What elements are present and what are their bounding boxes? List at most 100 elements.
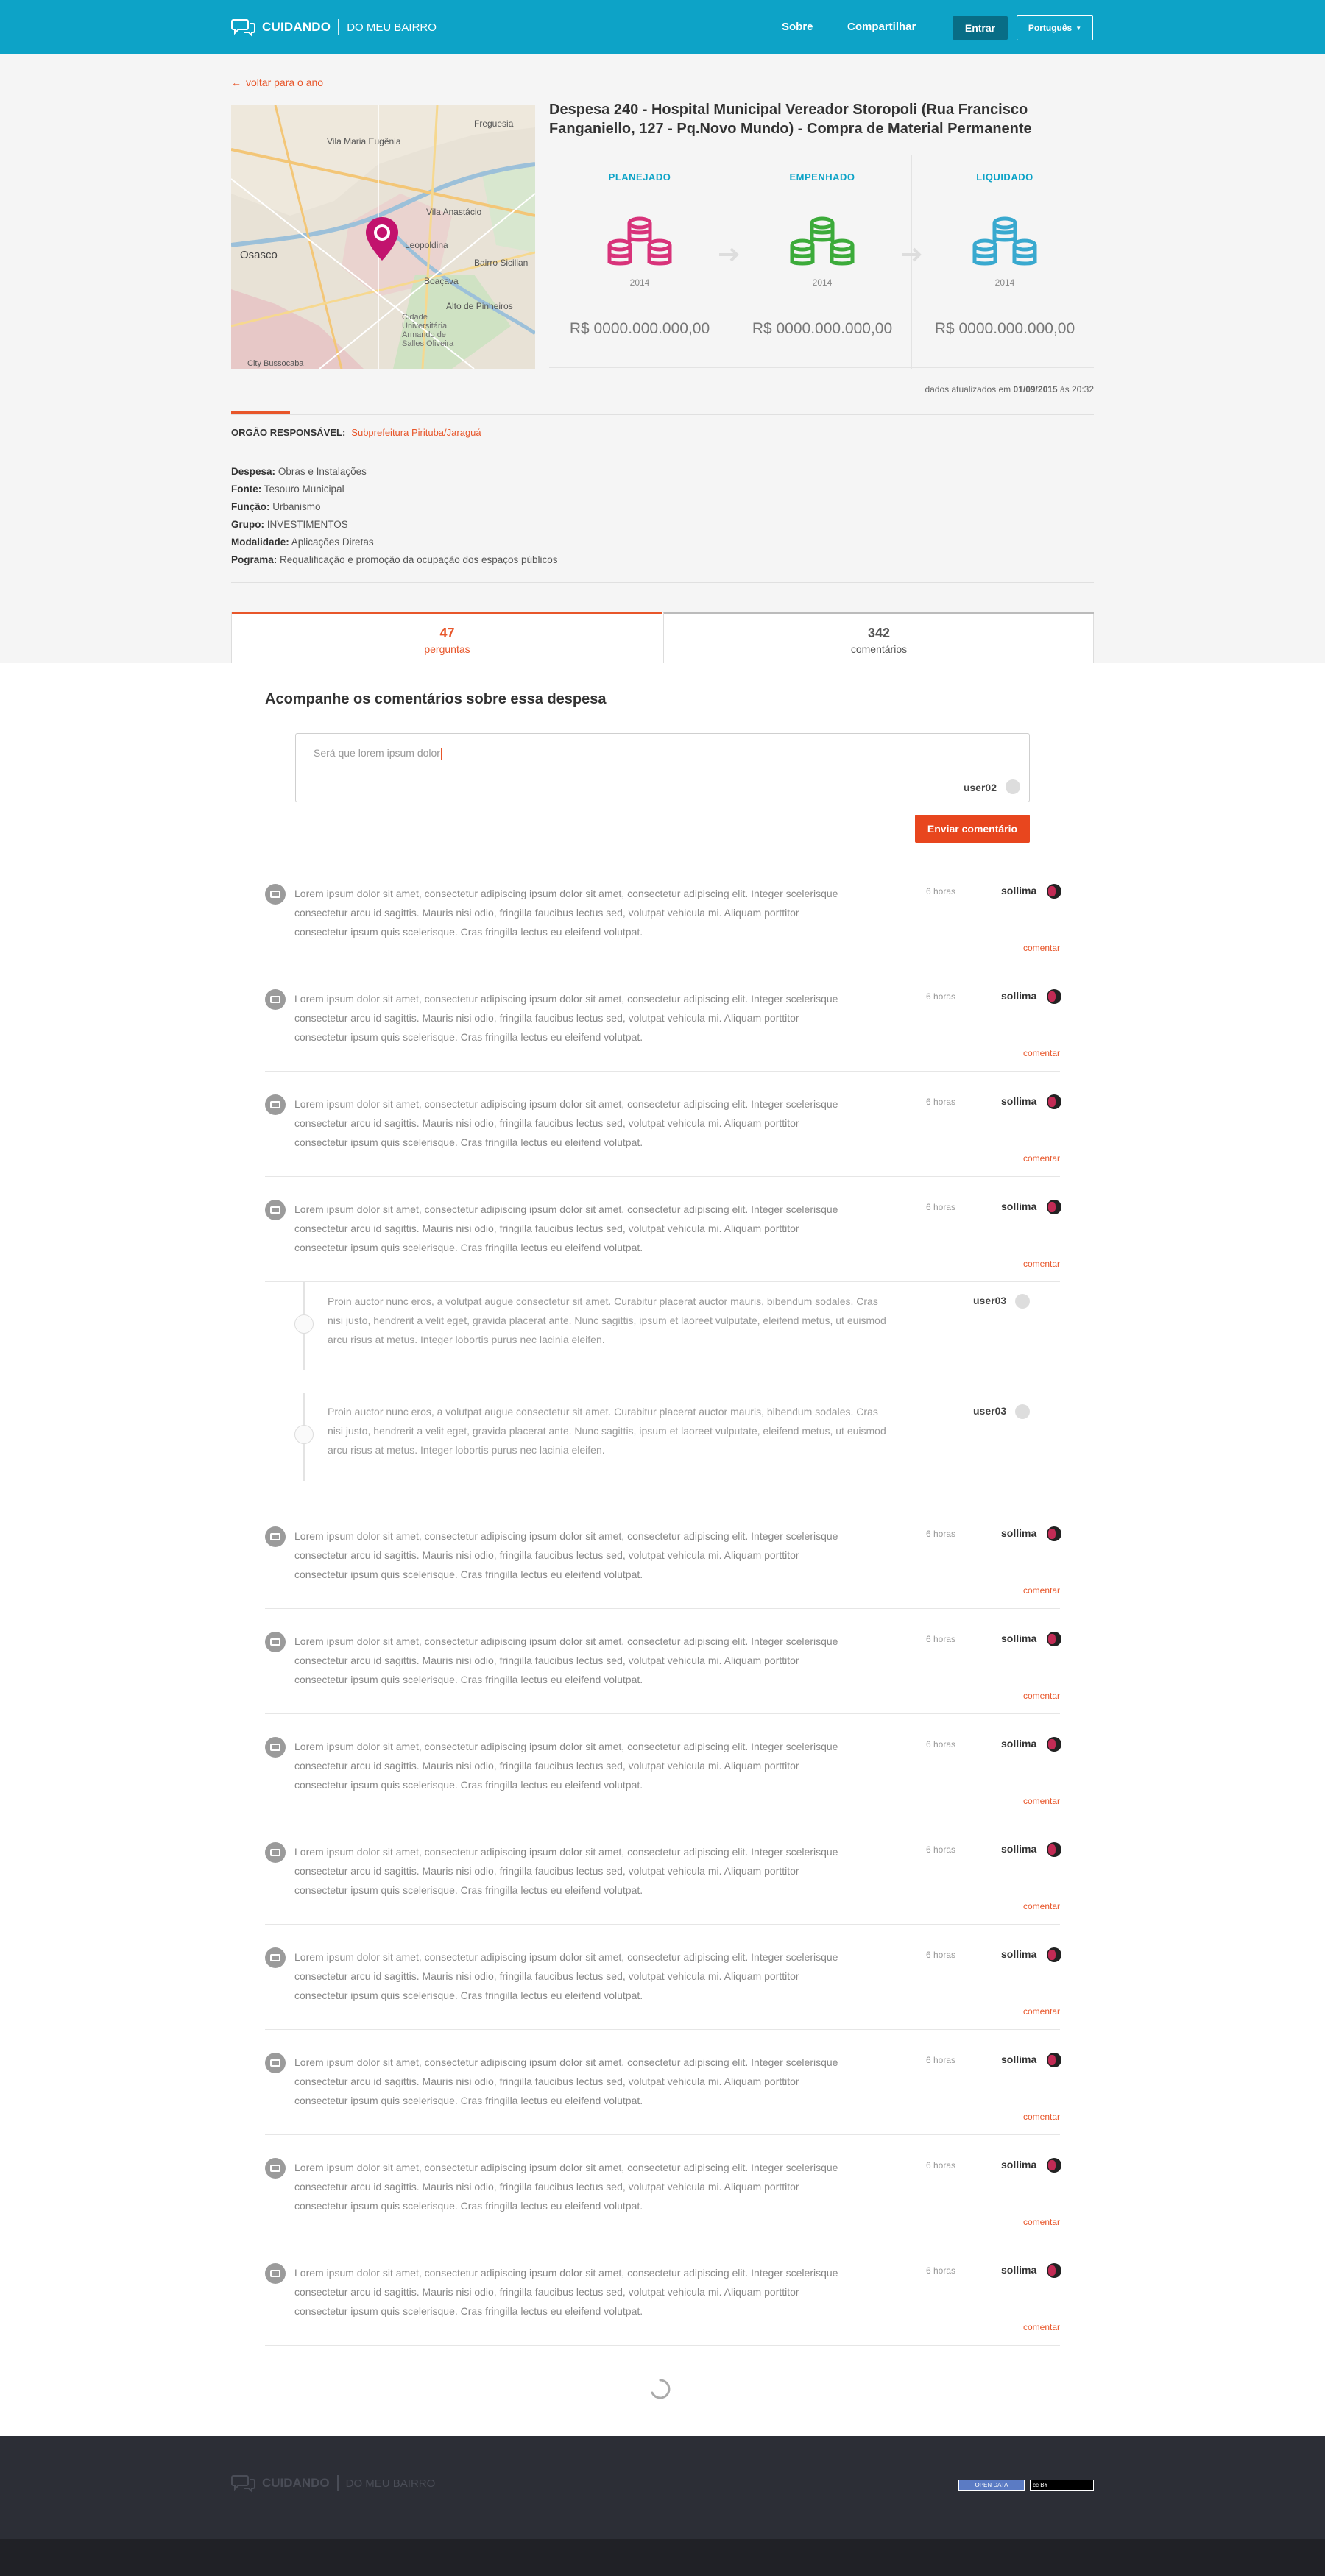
divider: [231, 414, 1094, 415]
detail-row: Grupo: INVESTIMENTOS: [231, 519, 348, 530]
comment-input[interactable]: Será que lorem ipsum dolor user02: [295, 733, 1030, 802]
comment-text: Lorem ipsum dolor sit amet, consectetur …: [294, 888, 838, 938]
current-user: user02: [963, 782, 997, 793]
reply-link[interactable]: comentar: [1023, 2006, 1060, 2017]
user-avatar[interactable]: [1047, 1737, 1061, 1752]
comment-text: Lorem ipsum dolor sit amet, consectetur …: [294, 993, 838, 1043]
tab-perguntas[interactable]: 47 perguntas: [232, 612, 662, 663]
reply-link[interactable]: comentar: [1023, 2217, 1060, 2227]
map-label: Bairro Sicilian: [474, 258, 529, 268]
back-link[interactable]: ← voltar para o ano: [231, 77, 323, 88]
map-label: Leopoldina: [405, 240, 448, 250]
logo-sub-text: DO MEU BAIRRO: [347, 21, 437, 34]
comment-time: 6 horas: [926, 2265, 956, 2276]
user-avatar[interactable]: [1047, 2158, 1061, 2173]
comment-icon: [265, 1737, 286, 1758]
comment-item: Lorem ipsum dolor sit amet, consectetur …: [265, 966, 1061, 1072]
reply-text: Proin auctor nunc eros, a volutpat augue…: [328, 1406, 886, 1456]
comment-user[interactable]: sollima: [1001, 885, 1036, 896]
send-comment-button[interactable]: Enviar comentário: [915, 815, 1030, 843]
reply-link[interactable]: comentar: [1023, 1048, 1060, 1058]
stage-value: R$ 0000.000.000,00: [934, 320, 1075, 337]
detail-key: Pograma:: [231, 554, 278, 565]
comment-user[interactable]: sollima: [1001, 1843, 1036, 1855]
detail-row: Modalidade: Aplicações Diretas: [231, 537, 374, 548]
site-logo[interactable]: CUIDANDO DO MEU BAIRRO: [231, 13, 437, 41]
organ-link[interactable]: Subprefeitura Pirituba/Jaraguá: [351, 427, 481, 438]
footer-logo[interactable]: CUIDANDO DO MEU BAIRRO: [231, 2474, 435, 2493]
language-dropdown[interactable]: Português ▼: [1017, 15, 1093, 40]
creative-commons-badge[interactable]: cc BY: [1030, 2480, 1094, 2491]
comment-user[interactable]: sollima: [1001, 1632, 1036, 1644]
reply-link[interactable]: comentar: [1023, 2112, 1060, 2122]
comment-time: 6 horas: [926, 1634, 956, 1644]
user-avatar[interactable]: [1047, 1200, 1061, 1214]
user-avatar[interactable]: [1047, 989, 1061, 1004]
comment-item: Lorem ipsum dolor sit amet, consectetur …: [265, 1925, 1061, 2030]
open-data-badge[interactable]: OPEN DATA: [958, 2480, 1025, 2491]
reply-link[interactable]: comentar: [1023, 1585, 1060, 1596]
detail-row: Fonte: Tesouro Municipal: [231, 484, 344, 495]
coins-icon: [790, 216, 855, 266]
comment-user[interactable]: sollima: [1001, 1527, 1036, 1539]
user-avatar[interactable]: [1047, 1842, 1061, 1857]
tab-bar: 47 perguntas 342 comentários: [231, 612, 1094, 663]
reply-link[interactable]: comentar: [1023, 1796, 1060, 1806]
location-map[interactable]: Freguesia Vila Maria Eugênia Vila Anastá…: [231, 105, 535, 369]
user-avatar[interactable]: [1047, 2053, 1061, 2067]
map-label: Vila Anastácio: [426, 207, 482, 217]
comment-user[interactable]: sollima: [1001, 1200, 1036, 1212]
login-button[interactable]: Entrar: [953, 16, 1008, 40]
reply-link[interactable]: comentar: [1023, 1691, 1060, 1701]
logo-separator: [336, 2475, 339, 2491]
user-avatar[interactable]: [1015, 1294, 1030, 1309]
user-avatar[interactable]: [1047, 1526, 1061, 1541]
reply-link[interactable]: comentar: [1023, 943, 1060, 953]
reply-link[interactable]: comentar: [1023, 1153, 1060, 1164]
comment-icon: [265, 884, 286, 905]
comment-user[interactable]: sollima: [1001, 2159, 1036, 2170]
detail-value: Requalificação e promoção da ocupação do…: [280, 554, 558, 565]
user-avatar[interactable]: [1047, 1094, 1061, 1109]
stage-label: LIQUIDADO: [976, 171, 1034, 183]
detail-key: Modalidade:: [231, 537, 289, 548]
user-avatar[interactable]: [1047, 884, 1061, 899]
reply-user[interactable]: user03: [973, 1405, 1006, 1417]
user-avatar[interactable]: [1047, 1947, 1061, 1962]
reply-link[interactable]: comentar: [1023, 1259, 1060, 1269]
logo-brand-text: CUIDANDO: [262, 20, 331, 34]
stage-value: R$ 0000.000.000,00: [569, 320, 710, 337]
comment-time: 6 horas: [926, 1844, 956, 1855]
back-link-label: voltar para o ano: [246, 77, 324, 88]
tab-comentarios[interactable]: 342 comentários: [663, 612, 1094, 663]
comment-user[interactable]: sollima: [1001, 1738, 1036, 1749]
reply-link[interactable]: comentar: [1023, 1901, 1060, 1911]
user-avatar[interactable]: [1047, 1632, 1061, 1646]
nav-sobre[interactable]: Sobre: [782, 21, 813, 33]
expense-title: Despesa 240 - Hospital Municipal Vereado…: [549, 102, 1032, 137]
comment-item: Lorem ipsum dolor sit amet, consectetur …: [265, 2135, 1061, 2240]
map-label: City Bussocaba: [247, 359, 304, 368]
comment-user[interactable]: sollima: [1001, 2053, 1036, 2065]
detail-row: Pograma: Requalificação e promoção da oc…: [231, 554, 558, 565]
comment-item: Lorem ipsum dolor sit amet, consectetur …: [265, 1504, 1061, 1609]
footer-brand-text: CUIDANDO: [262, 2476, 330, 2490]
reply-user[interactable]: user03: [973, 1295, 1006, 1306]
comment-time: 6 horas: [926, 2160, 956, 2170]
comment-user[interactable]: sollima: [1001, 1095, 1036, 1107]
detail-value: INVESTIMENTOS: [266, 519, 348, 530]
stage-planejado: PLANEJADO 2014 R$ 0000.000.000,00: [549, 155, 730, 369]
comment-icon: [265, 1842, 286, 1863]
comment-user[interactable]: sollima: [1001, 1948, 1036, 1960]
reply-icon: [294, 1425, 314, 1444]
nav-compartilhar[interactable]: Compartilhar: [847, 21, 916, 33]
user-avatar[interactable]: [1047, 2263, 1061, 2278]
user-avatar[interactable]: [1015, 1404, 1030, 1419]
reply-link[interactable]: comentar: [1023, 2322, 1060, 2332]
comment-user[interactable]: sollima: [1001, 2264, 1036, 2276]
divider: [231, 582, 1094, 583]
comment-time: 6 horas: [926, 1529, 956, 1539]
comment-time: 6 horas: [926, 1202, 956, 1212]
caret-down-icon: ▼: [1075, 24, 1082, 32]
comment-user[interactable]: sollima: [1001, 990, 1036, 1002]
